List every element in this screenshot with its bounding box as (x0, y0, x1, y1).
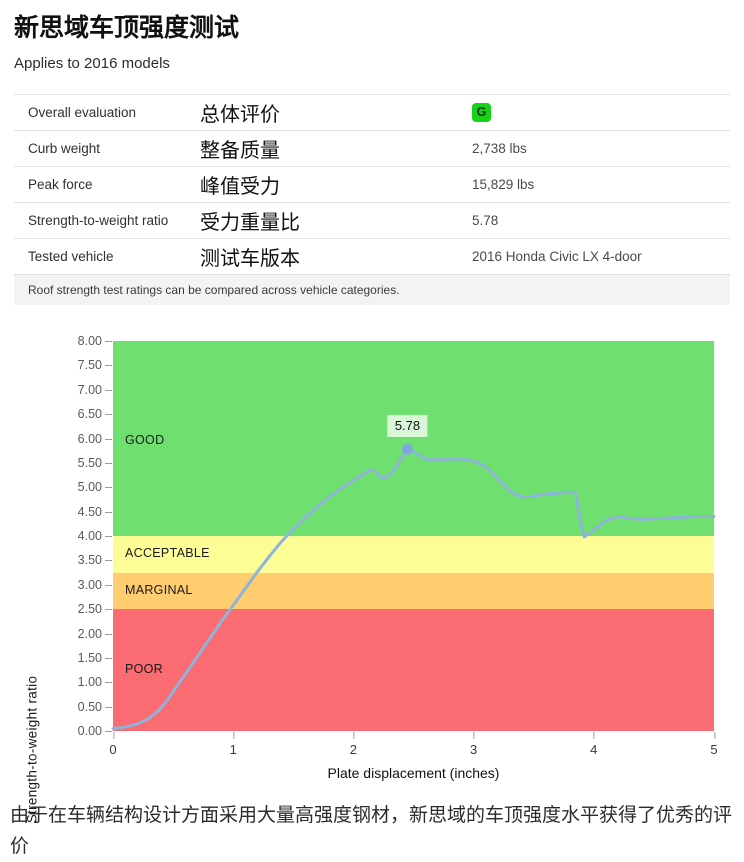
chart-y-tick: 1.00 (78, 675, 113, 689)
chart-y-tick: 2.50 (78, 602, 113, 616)
chart-y-tick: 4.00 (78, 529, 113, 543)
chart-y-tick: 0.00 (78, 724, 113, 738)
table-note-row: Roof strength test ratings can be compar… (14, 274, 730, 305)
spec-label: Overall evaluation (28, 105, 137, 120)
footer-text: 由于在车辆结构设计方面采用大量高强度钢材，新思域的车顶强度水平获得了优秀的评价 (10, 805, 733, 857)
roof-strength-test-page: 新思域车顶强度测试 Applies to 2016 models Overall… (0, 0, 744, 857)
spec-label-cn: 峰值受力 (200, 176, 280, 198)
spec-value: 5.78 (472, 213, 499, 228)
page-title: 新思域车顶强度测试 (14, 14, 240, 42)
table-row: Strength-to-weight ratio 受力重量比 5.78 (14, 203, 730, 239)
chart-x-tick: 4 (590, 731, 597, 757)
roof-strength-chart: Strength-to-weight ratio POOR MARGINAL ACC… (0, 322, 744, 823)
spec-label-cn: 整备质量 (200, 140, 280, 162)
chart-line-path (111, 447, 716, 731)
chart-y-tick: 1.50 (78, 651, 113, 665)
spec-table: Overall evaluation 总体评价 G Curb weight 整备质量 2,… (14, 94, 730, 305)
chart-x-tick: 2 (350, 731, 357, 757)
chart-y-tick: 0.50 (78, 700, 113, 714)
chart-y-tick: 3.00 (78, 578, 113, 592)
chart-y-tick: 2.00 (78, 627, 113, 641)
chart-y-tick: 6.50 (78, 407, 113, 421)
spec-label: Strength-to-weight ratio (28, 213, 169, 228)
chart-peak-marker (401, 443, 413, 455)
spec-value: 2,738 lbs (472, 141, 527, 156)
chart-x-tick: 1 (230, 731, 237, 757)
chart-y-tick: 3.50 (78, 553, 113, 567)
table-row: Tested vehicle 测试车版本 2016 Honda Civic LX 4… (14, 239, 730, 275)
spec-value: 2016 Honda Civic LX 4-door (472, 249, 642, 264)
table-row: Curb weight 整备质量 2,738 lbs (14, 131, 730, 167)
spec-label-cn: 总体评价 (200, 104, 280, 126)
table-row: Peak force 峰值受力 15,829 lbs (14, 167, 730, 203)
page-subtitle: Applies to 2016 models (14, 55, 170, 72)
spec-value: 15,829 lbs (472, 177, 535, 192)
chart-y-tick: 5.50 (78, 456, 113, 470)
chart-x-axis-label: Plate displacement (inches) (327, 765, 500, 781)
chart-x-tick: 0 (109, 731, 117, 757)
chart-y-tick: 5.00 (78, 480, 113, 494)
chart-y-tick: 7.00 (78, 383, 113, 397)
status-badge: G (472, 103, 491, 122)
chart-plot-area: POOR MARGINAL ACCEPTABLE GOOD 0.00 0.50 1.00 1.… (78, 334, 718, 757)
chart-peak-value-label: 5.78 (387, 415, 428, 438)
spec-label: Peak force (28, 177, 93, 192)
chart-line-svg (111, 443, 716, 731)
spec-label-cn: 受力重量比 (200, 212, 300, 234)
spec-value: G (472, 95, 730, 131)
chart-y-tick: 8.00 (78, 334, 113, 348)
chart-y-tick: 6.00 (78, 432, 113, 446)
chart-y-tick: 4.50 (78, 505, 113, 519)
spec-label: Curb weight (28, 141, 101, 156)
table-note: Roof strength test ratings can be compar… (14, 274, 730, 305)
chart-x-tick: 3 (470, 731, 477, 757)
spec-label: Tested vehicle (28, 249, 114, 264)
chart-y-tick: 7.50 (78, 358, 113, 372)
spec-label-cn: 测试车版本 (200, 248, 300, 270)
table-row: Overall evaluation 总体评价 G (14, 94, 730, 131)
chart-x-tick: 5 (710, 731, 718, 757)
